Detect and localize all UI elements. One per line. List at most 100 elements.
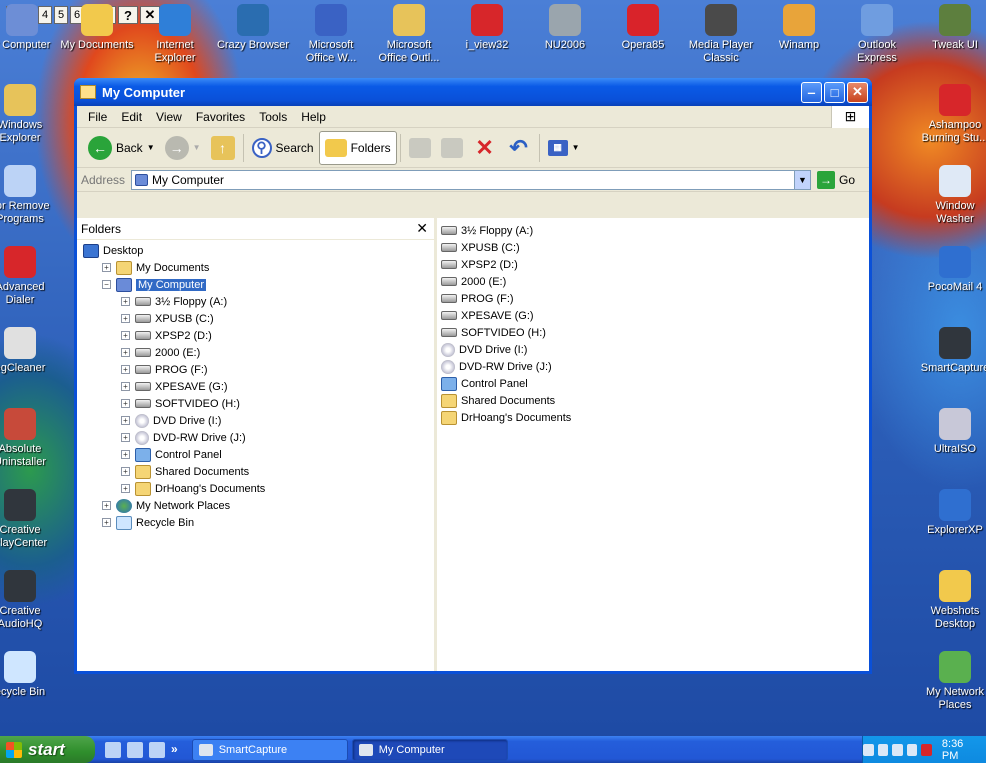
minimize-button[interactable]: ‒ — [801, 81, 822, 103]
up-button[interactable]: ↑ — [206, 131, 240, 165]
title-bar[interactable]: My Computer ‒ □ ✕ — [74, 78, 872, 106]
taskbar-button[interactable]: SmartCapture — [191, 738, 348, 761]
search-button[interactable]: ⚲ Search — [247, 131, 319, 165]
expand-icon[interactable]: + — [121, 314, 130, 323]
list-item[interactable]: DVD-RW Drive (J:) — [437, 358, 869, 375]
tree-item[interactable]: + DVD Drive (I:) — [77, 412, 434, 429]
list-item[interactable]: Shared Documents — [437, 392, 869, 409]
desktop-icon[interactable]: SmartCapture — [917, 327, 986, 375]
expand-icon[interactable]: + — [121, 399, 130, 408]
expand-icon[interactable]: + — [121, 467, 130, 476]
expand-icon[interactable]: + — [121, 297, 130, 306]
expand-icon[interactable]: + — [121, 433, 130, 442]
forward-button[interactable]: → ▼ — [160, 131, 206, 165]
tree-item[interactable]: + My Network Places — [77, 497, 434, 514]
desktop-icon[interactable]: Webshots Desktop — [917, 570, 986, 631]
expand-icon[interactable]: + — [121, 365, 130, 374]
copy-to-button[interactable] — [436, 131, 468, 165]
tree-item[interactable]: + XPUSB (C:) — [77, 310, 434, 327]
back-button[interactable]: ← Back ▼ — [83, 131, 160, 165]
chevron-down-icon[interactable]: ▼ — [193, 143, 201, 152]
tree-item[interactable]: + XPESAVE (G:) — [77, 378, 434, 395]
expand-icon[interactable]: + — [121, 348, 130, 357]
desktop-icon[interactable]: Internet Explorer — [137, 4, 213, 65]
tree-item[interactable]: + XPSP2 (D:) — [77, 327, 434, 344]
desktop-icon[interactable]: i_view32 — [449, 4, 525, 52]
chevron-down-icon[interactable]: ▼ — [147, 143, 155, 152]
close-button[interactable]: ✕ — [847, 81, 868, 103]
views-button[interactable]: ▦ ▼ — [543, 131, 585, 165]
tray-icon[interactable] — [906, 743, 918, 756]
tree-item[interactable]: + DVD-RW Drive (J:) — [77, 429, 434, 446]
tree-item[interactable]: + Recycle Bin — [77, 514, 434, 531]
expand-icon[interactable]: + — [121, 450, 130, 459]
desktop-icon[interactable]: ExplorerXP — [917, 489, 986, 537]
menu-file[interactable]: File — [81, 108, 114, 126]
shield-icon[interactable] — [921, 743, 932, 756]
desktop-icon[interactable]: Microsoft Office W... — [293, 4, 369, 65]
chevron-right-icon[interactable]: » — [171, 742, 178, 758]
tray-icon[interactable] — [892, 743, 903, 756]
desktop-icon[interactable]: NU2006 — [527, 4, 603, 52]
desktop-icon[interactable]: Ashampoo Burning Stu... — [917, 84, 986, 145]
list-item[interactable]: Control Panel — [437, 375, 869, 392]
list-item[interactable]: PROG (F:) — [437, 290, 869, 307]
desktop-icon[interactable]: Windows Explorer — [0, 84, 58, 145]
list-item[interactable]: 2000 (E:) — [437, 273, 869, 290]
desktop-icon[interactable]: Outlook Express — [839, 4, 915, 65]
expand-icon[interactable]: + — [102, 501, 111, 510]
tree-item[interactable]: + Control Panel — [77, 446, 434, 463]
tray-icon[interactable] — [877, 743, 889, 756]
chevron-down-icon[interactable]: ▼ — [794, 170, 810, 189]
expand-icon[interactable]: + — [121, 484, 130, 493]
tree-item[interactable]: +3½ Floppy (A:) — [77, 293, 434, 310]
desktop-icon[interactable]: Advanced Dialer — [0, 246, 58, 307]
tray-icon[interactable] — [863, 743, 874, 756]
folders-button[interactable]: Folders — [318, 130, 397, 165]
desktop-icon[interactable]: My Network Places — [917, 651, 986, 712]
desktop-icon[interactable]: Creative AudioHQ — [0, 570, 58, 631]
expand-icon[interactable]: + — [102, 263, 111, 272]
desktop-icon[interactable]: Absolute Uninstaller — [0, 408, 58, 469]
desktop-icon[interactable]: l or Remove Programs — [0, 165, 58, 226]
expand-icon[interactable]: + — [102, 518, 111, 527]
clock[interactable]: 8:36 PM — [942, 738, 978, 762]
desktop-icon[interactable]: UltraISO — [917, 408, 986, 456]
desktop-icon[interactable]: Window Washer — [917, 165, 986, 226]
tree-item[interactable]: − My Computer — [77, 276, 434, 293]
address-input[interactable]: My Computer ▼ — [131, 169, 811, 190]
menu-edit[interactable]: Edit — [114, 108, 149, 126]
tree-item[interactable]: Desktop — [77, 242, 434, 259]
menu-view[interactable]: View — [149, 108, 189, 126]
quick-launch-app-icon[interactable] — [105, 741, 121, 758]
menu-favorites[interactable]: Favorites — [189, 108, 252, 126]
menu-help[interactable]: Help — [294, 108, 333, 126]
tree-item[interactable]: +2000 (E:) — [77, 344, 434, 361]
desktop-icon[interactable]: ecycle Bin — [0, 651, 58, 699]
desktop-icon[interactable]: Crazy Browser — [215, 4, 291, 52]
taskbar-button[interactable]: My Computer — [351, 738, 508, 761]
list-item[interactable]: XPUSB (C:) — [437, 239, 869, 256]
list-item[interactable]: SOFTVIDEO (H:) — [437, 324, 869, 341]
maximize-button[interactable]: □ — [824, 81, 845, 103]
expand-icon[interactable]: + — [121, 416, 130, 425]
undo-button[interactable]: ↶ — [502, 131, 536, 165]
expand-icon[interactable]: + — [121, 331, 130, 340]
desktop-icon[interactable]: Opera85 — [605, 4, 681, 52]
chevron-down-icon[interactable]: ▼ — [572, 143, 580, 152]
tree-item[interactable]: + My Documents — [77, 259, 434, 276]
desktop-icon[interactable]: Microsoft Office Outl... — [371, 4, 447, 65]
quick-launch-app-icon[interactable] — [149, 741, 165, 758]
tree-item[interactable]: + PROG (F:) — [77, 361, 434, 378]
delete-button[interactable]: ✕ — [468, 131, 502, 165]
tree-item[interactable]: + DrHoang's Documents — [77, 480, 434, 497]
start-button[interactable]: start — [0, 736, 95, 763]
quick-launch-app-icon[interactable] — [127, 741, 143, 758]
go-button[interactable]: → Go — [817, 170, 865, 189]
desktop-icon[interactable]: Media Player Classic — [683, 4, 759, 65]
desktop-icon[interactable]: Tweak UI — [917, 4, 986, 52]
desktop-icon[interactable]: Winamp — [761, 4, 837, 52]
close-pane-icon[interactable]: ✕ — [416, 220, 428, 237]
collapse-icon[interactable]: − — [102, 280, 111, 289]
tree-item[interactable]: + SOFTVIDEO (H:) — [77, 395, 434, 412]
